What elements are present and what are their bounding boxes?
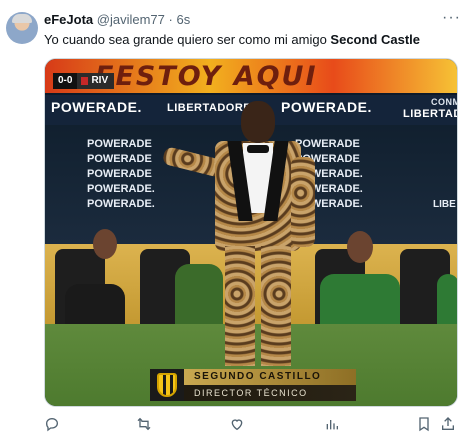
reply-icon[interactable] — [44, 416, 62, 434]
views-icon[interactable] — [324, 416, 342, 434]
bench-player-head — [93, 229, 117, 259]
more-options-icon[interactable]: ··· — [442, 9, 461, 27]
scoreboard: 0-0 RIV — [53, 73, 115, 89]
tweet-header: eFeJota @javilem77 · 6s — [44, 12, 190, 27]
powerade-stack-left: POWERADE POWERADE POWERADE POWERADE. POW… — [87, 138, 155, 210]
bench-player — [320, 274, 400, 329]
tweet-actions — [44, 414, 458, 436]
caption-role: DIRECTOR TÉCNICO — [194, 388, 308, 398]
avatar[interactable] — [6, 12, 38, 44]
bow-tie — [247, 145, 269, 153]
ad-conmebol: CONMEBOL — [431, 97, 458, 107]
coach-head — [241, 101, 275, 143]
tweet-media-image[interactable]: FESTOY AQUI 0-0 RIV POWERADE. LIBERTADOR… — [44, 58, 458, 407]
score: 0-0 — [53, 73, 78, 89]
author-handle[interactable]: @javilem77 — [97, 12, 165, 27]
separator-dot: · — [168, 12, 173, 27]
caption-name: SEGUNDO CASTILLO — [184, 369, 356, 385]
author-name[interactable]: eFeJota — [44, 12, 93, 27]
bookmark-icon[interactable] — [416, 416, 434, 434]
bench-player — [65, 284, 125, 329]
tweet-text-plain: Yo cuando sea grande quiero ser como mi … — [44, 32, 331, 47]
like-icon[interactable] — [229, 416, 247, 434]
lib-text-right: LIBE — [433, 199, 456, 210]
banner-text: FESTOY AQUI — [95, 61, 318, 92]
coach-figure — [161, 101, 315, 371]
bench-player-head — [347, 231, 373, 263]
retweet-icon[interactable] — [136, 416, 154, 434]
team-abbrev: RIV — [77, 73, 115, 89]
tweet-text-bold: Second Castle — [330, 32, 421, 47]
ad-libertad: LIBERTAD — [403, 108, 458, 120]
tweet-text: Yo cuando sea grande quiero ser como mi … — [44, 32, 464, 48]
tweet-timestamp[interactable]: 6s — [176, 12, 190, 27]
bench-player — [437, 274, 457, 329]
tv-caption: SEGUNDO CASTILLO DIRECTOR TÉCNICO — [150, 369, 356, 401]
share-icon[interactable] — [440, 416, 458, 434]
club-crest-icon — [150, 369, 184, 401]
ad-powerade-1: POWERADE. — [51, 99, 142, 115]
